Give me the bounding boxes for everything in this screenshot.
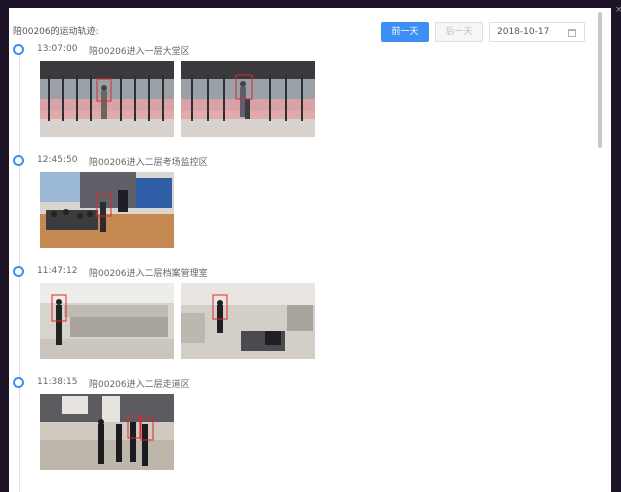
entry-time: 11:38:15	[37, 377, 78, 387]
entry-description: 陪00206进入二层档案管理室	[89, 269, 208, 279]
entry-description: 陪00206进入二层走道区	[89, 380, 190, 390]
close-icon[interactable]: ×	[615, 6, 621, 15]
entry-time: 13:07:00	[37, 44, 78, 54]
timeline-dot-icon	[13, 155, 24, 166]
entry-description: 陪00206进入二层考场监控区	[89, 158, 208, 168]
entry-time: 11:47:12	[37, 266, 78, 276]
prev-day-button[interactable]: 前一天	[381, 22, 429, 42]
camera-snapshot[interactable]	[40, 283, 174, 359]
timeline-dot-icon	[13, 266, 24, 277]
vertical-scrollbar[interactable]	[597, 8, 603, 492]
camera-snapshot[interactable]	[40, 172, 174, 248]
camera-snapshot[interactable]	[40, 394, 174, 470]
date-picker[interactable]: 2018-10-17	[489, 22, 585, 42]
camera-snapshot[interactable]	[40, 61, 174, 137]
timeline-dot-icon	[13, 377, 24, 388]
entry-description: 陪00206进入一层大堂区	[89, 47, 190, 57]
timeline-dot-icon	[13, 44, 24, 55]
camera-snapshot[interactable]	[181, 61, 315, 137]
calendar-icon[interactable]	[568, 29, 576, 37]
scrollbar-thumb[interactable]	[598, 12, 602, 148]
next-day-button[interactable]: 后一天	[435, 22, 483, 42]
camera-snapshot[interactable]	[181, 283, 315, 359]
trajectory-panel: 陪00206的运动轨迹: 前一天 后一天 2018-10-17 13:07:00…	[9, 8, 611, 492]
entry-time: 12:45:50	[37, 155, 78, 165]
page-title: 陪00206的运动轨迹:	[13, 27, 99, 37]
date-value: 2018-10-17	[497, 27, 550, 37]
